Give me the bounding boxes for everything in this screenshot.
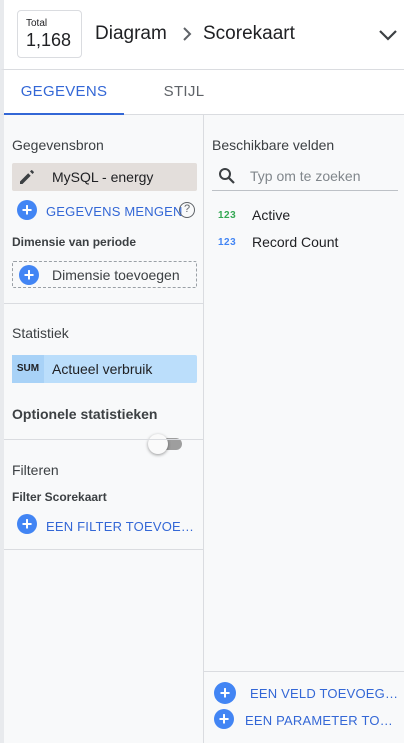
chevron-down-icon[interactable]: [377, 27, 399, 43]
available-fields-title: Beschikbare velden: [212, 137, 335, 153]
divider: [4, 303, 204, 304]
date-dimension-title: Dimensie van periode: [12, 235, 137, 249]
panel-tabs: GEGEVENS STIJL: [0, 70, 404, 115]
filter-title: Filteren: [12, 462, 59, 478]
add-date-dimension-button[interactable]: + Dimensie toevoegen: [12, 261, 197, 288]
breadcrumb-chart: Diagram: [95, 23, 167, 44]
breadcrumb-chart-type: Scorekaart: [203, 23, 295, 44]
aggregation-badge[interactable]: SUM: [12, 355, 44, 383]
field-item-record-count[interactable]: 123 Record Count: [218, 234, 398, 254]
metric-name: Actueel verbruik: [52, 361, 153, 377]
add-filter-link[interactable]: EEN FILTER TOEVOEGEN: [46, 519, 196, 534]
add-parameter-link[interactable]: EEN PARAMETER TOEVOEGEN: [245, 713, 395, 728]
add-filter-plus-icon[interactable]: +: [17, 514, 37, 534]
help-icon[interactable]: ?: [179, 202, 195, 218]
total-label: Total: [26, 18, 48, 29]
divider: [4, 549, 204, 550]
blend-data-link[interactable]: GEGEVENS MENGEN: [46, 204, 183, 219]
data-source-name: MySQL - energy: [52, 169, 154, 185]
optional-metrics-title: Optionele statistieken: [12, 406, 158, 422]
metric-title: Statistiek: [12, 325, 69, 341]
field-search-input[interactable]: [250, 165, 390, 187]
metric-chip[interactable]: SUM Actueel verbruik: [12, 355, 197, 383]
total-value: 1,168: [26, 30, 72, 50]
filter-subtitle: Filter Scorekaart: [12, 490, 107, 504]
add-field-link[interactable]: EEN VELD TOEVOEGEN: [250, 686, 400, 701]
plus-icon: +: [19, 265, 39, 285]
tab-style[interactable]: STIJL: [124, 70, 244, 115]
toggle-knob[interactable]: [148, 434, 168, 454]
data-properties-panel: Gegevensbron MySQL - energy + GEGEVENS M…: [0, 115, 204, 743]
field-label: Active: [252, 207, 291, 223]
add-date-dimension-label: Dimensie toevoegen: [52, 267, 180, 283]
available-fields-footer: + EEN VELD TOEVOEGEN + EEN PARAMETER TOE…: [204, 671, 404, 743]
data-source-title: Gegevensbron: [12, 137, 104, 153]
available-fields-panel: Beschikbare velden 123 Active 123 Record…: [204, 115, 404, 743]
divider: [4, 439, 204, 440]
field-search: [212, 163, 398, 191]
chevron-right-icon: [183, 27, 192, 41]
tab-data[interactable]: GEGEVENS: [4, 70, 124, 115]
pencil-icon[interactable]: [18, 168, 36, 186]
add-field-plus-icon[interactable]: +: [214, 682, 236, 704]
number-type-icon: 123: [218, 210, 237, 221]
field-item-active[interactable]: 123 Active: [218, 207, 398, 227]
blend-plus-icon[interactable]: +: [17, 200, 37, 220]
search-icon: [219, 168, 235, 184]
number-type-icon: 123: [218, 237, 237, 248]
field-label: Record Count: [252, 234, 339, 250]
chart-header: Total 1,168 Diagram Scorekaart: [0, 0, 404, 70]
scorecard-preview: Total 1,168: [17, 10, 82, 58]
add-parameter-plus-icon[interactable]: +: [214, 709, 234, 729]
data-source-chip[interactable]: MySQL - energy: [12, 163, 197, 191]
